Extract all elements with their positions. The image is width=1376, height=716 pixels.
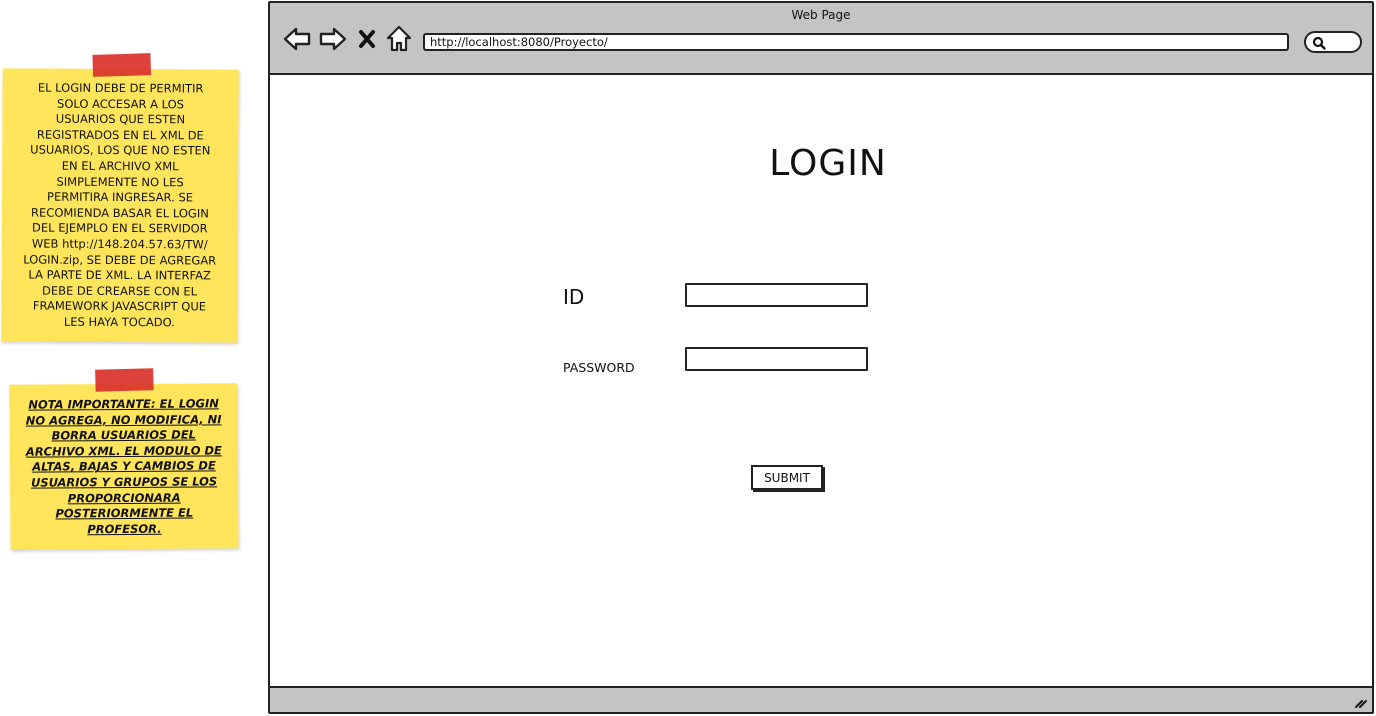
resize-grip-icon[interactable]	[1354, 695, 1368, 709]
back-arrow-icon	[283, 27, 311, 51]
status-bar	[270, 686, 1372, 712]
forward-arrow-icon	[319, 27, 347, 51]
tape-strip	[95, 368, 154, 392]
tape-strip	[92, 53, 152, 77]
url-input[interactable]	[423, 33, 1289, 51]
close-icon	[359, 30, 375, 48]
home-button[interactable]	[384, 25, 414, 53]
page-title: LOGIN	[769, 143, 887, 184]
browser-toolbar: Web Page	[270, 3, 1372, 75]
forward-button[interactable]	[318, 25, 348, 53]
window-title: Web Page	[791, 8, 851, 22]
id-input[interactable]	[685, 283, 868, 307]
password-label: PASSWORD	[563, 360, 635, 375]
browser-window: Web Page http://localhost:8080/Proyecto/…	[268, 1, 1374, 714]
search-icon	[1312, 36, 1326, 50]
search-box[interactable]	[1304, 31, 1362, 53]
id-label: ID	[563, 285, 585, 309]
home-icon	[386, 25, 412, 52]
page-content: LOGIN ID PASSWORD SUBMIT	[270, 75, 1372, 686]
submit-button[interactable]: SUBMIT	[751, 465, 823, 490]
stop-button[interactable]	[356, 25, 378, 53]
password-input[interactable]	[685, 347, 868, 371]
sticky-note-text: NOTA IMPORTANTE: EL LOGIN NO AGREGA, NO …	[25, 396, 222, 537]
back-button[interactable]	[282, 25, 312, 53]
sticky-note-requirements: EL LOGIN DEBE DE PERMITIR SOLO ACCESAR A…	[1, 53, 239, 343]
sticky-note-text: EL LOGIN DEBE DE PERMITIR SOLO ACCESAR A…	[23, 80, 217, 330]
sticky-note-important: NOTA IMPORTANTE: EL LOGIN NO AGREGA, NO …	[9, 368, 239, 550]
